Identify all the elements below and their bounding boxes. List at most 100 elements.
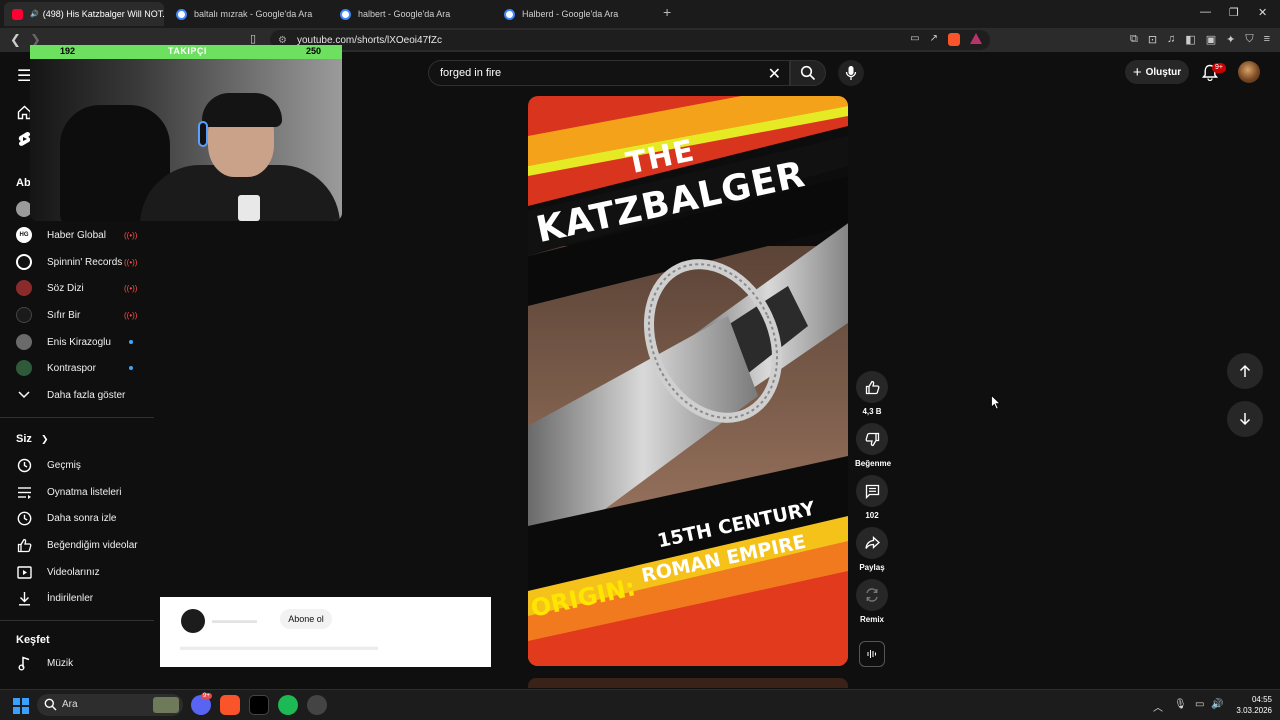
minimize-icon[interactable]: — (1200, 6, 1211, 18)
remix-label: Remix (859, 615, 884, 624)
like-button[interactable]: 4,3 B (855, 371, 889, 416)
epic-games-icon[interactable] (249, 695, 269, 715)
like-circle[interactable] (856, 371, 888, 403)
next-short-preview[interactable] (528, 678, 848, 688)
tab-title: baltalı mızrak - Google'da Ara (194, 9, 313, 19)
comments-button[interactable]: 102 (855, 475, 889, 520)
share-circle[interactable] (856, 527, 888, 559)
tray-microphone-icon[interactable]: 🎙 (1174, 699, 1187, 710)
audio-waveform-icon (867, 650, 876, 658)
close-window-icon[interactable]: ✕ (1258, 6, 1267, 19)
sidebar-item-liked-videos[interactable]: Beğendiğim videolar (0, 532, 154, 558)
voice-search-button[interactable] (838, 60, 864, 86)
comment-count: 102 (865, 511, 879, 520)
microphone-icon (845, 66, 857, 80)
search-input[interactable]: forged in fire (440, 67, 501, 79)
tab-title: halbert - Google'da Ara (358, 9, 451, 19)
wallet-icon[interactable]: ▣ (1206, 33, 1216, 46)
dislike-circle[interactable] (856, 423, 888, 455)
channel-avatar (16, 334, 32, 350)
address-bar[interactable]: ⚙ youtube.com/shorts/lXOeoi47fZc ▭ ↗ (270, 30, 990, 50)
bookmark-icon[interactable]: ▯ (250, 32, 256, 45)
sidebar-channel-soz-dizi[interactable]: Söz Dizi ((•)) (0, 275, 154, 301)
spotify-icon[interactable] (278, 695, 298, 715)
previous-short-button[interactable] (1227, 353, 1263, 389)
sidebar-channel-sifir-bir[interactable]: Sıfır Bir ((•)) (0, 302, 154, 328)
remix-button[interactable]: Remix (855, 579, 889, 624)
dislike-button[interactable]: Beğenme (855, 423, 891, 468)
next-short-button[interactable] (1227, 401, 1263, 437)
account-avatar[interactable] (1238, 61, 1260, 83)
shorts-video-player[interactable]: THE KATZBALGER 15TH CENTURY ROMAN EMPIRE… (528, 96, 848, 666)
tray-network-icon[interactable]: ▭ (1195, 699, 1204, 710)
back-icon[interactable]: ❮ (10, 32, 21, 48)
create-button[interactable]: + Oluştur (1125, 60, 1189, 84)
share-button[interactable]: Paylaş (855, 527, 889, 572)
video-caption-faded: ▬▬▬▬▬▬▬▬▬▬▬▬▬▬▬▬▬▬ (180, 641, 378, 653)
channel-name: Spinnin' Records (47, 256, 123, 268)
taskbar-search[interactable]: Ara (37, 694, 183, 716)
channel-logo[interactable] (181, 609, 205, 633)
discord-icon[interactable]: 9+ (191, 693, 212, 715)
obs-icon[interactable] (307, 695, 327, 715)
clock-time: 04:55 (1251, 695, 1272, 704)
mouse-cursor-icon (991, 395, 1001, 410)
share-label: Paylaş (859, 563, 885, 572)
tab-google-3[interactable]: Halberd - Google'da Ara (496, 2, 656, 26)
sidebar-item-watch-later[interactable]: Daha sonra izle (0, 505, 154, 531)
sidebar-channel-kontraspor[interactable]: Kontraspor (0, 355, 154, 381)
sidebar-item-music[interactable]: Müzik (0, 650, 154, 676)
sidebar-channel-haber-global[interactable]: HG Haber Global ((•)) (0, 222, 154, 248)
sidebar-show-more[interactable]: Daha fazla göster (0, 382, 154, 408)
channel-avatar (16, 360, 32, 376)
tray-overflow-icon[interactable]: ︿ (1153, 699, 1163, 714)
sidebar-icon[interactable]: ◧ (1185, 33, 1195, 46)
sidebar-item-history[interactable]: Geçmiş (0, 452, 154, 478)
sidebar-channel-enis-kirazoglu[interactable]: Enis Kirazoglu (0, 329, 154, 355)
live-icon: ((•)) (124, 283, 138, 293)
you-header[interactable]: Siz ❯ (16, 433, 49, 445)
tab-google-1[interactable]: baltalı mızrak - Google'da Ara (168, 2, 328, 26)
channel-avatar (16, 254, 32, 270)
sound-button[interactable] (859, 641, 885, 667)
browser-tab-strip: 🔊 (498) His Katzbalger Will NOT... ✕ bal… (0, 0, 1280, 28)
browser-menu-icon[interactable]: ≡ (1264, 33, 1270, 46)
subscribe-button[interactable]: Abone ol (280, 609, 332, 629)
site-info-icon[interactable]: ⚙ (278, 35, 287, 46)
channel-name-faded[interactable]: ▬▬▬▬▬ (212, 615, 257, 625)
screenshot-icon[interactable]: ⊡ (1148, 33, 1157, 46)
clear-search-icon[interactable]: ✕ (768, 64, 781, 84)
new-tab-button[interactable]: + (663, 4, 671, 20)
thumbs-up-icon (16, 537, 32, 553)
channel-avatar: HG (16, 227, 32, 243)
you-label: Siz (16, 433, 32, 445)
playlist-icon (16, 484, 32, 500)
explore-header: Keşfet (16, 634, 50, 646)
search-button[interactable] (790, 60, 826, 86)
search-box[interactable]: forged in fire ✕ (428, 60, 790, 86)
brave-browser-icon[interactable] (220, 695, 240, 715)
comments-circle[interactable] (856, 475, 888, 507)
channel-name: Enis Kirazoglu (47, 336, 111, 348)
remix-circle[interactable] (856, 579, 888, 611)
tab-youtube[interactable]: 🔊 (498) His Katzbalger Will NOT... ✕ (4, 2, 164, 26)
vpn-icon[interactable]: ⛉ (1245, 33, 1253, 46)
sidebar-item-playlists[interactable]: Oynatma listeleri (0, 479, 154, 505)
share-page-icon[interactable]: ↗ (930, 33, 938, 46)
cast-icon[interactable]: ▭ (910, 33, 919, 46)
brave-shields-icon[interactable] (948, 33, 960, 46)
discord-badge: 9+ (201, 693, 212, 699)
media-icon[interactable]: ♫ (1167, 33, 1175, 46)
maximize-icon[interactable]: ❐ (1229, 6, 1239, 19)
taskbar-clock[interactable]: 04:55 3.03.2026 (1232, 694, 1272, 716)
sidebar-item-downloads[interactable]: İndirilenler (0, 585, 154, 611)
extensions-icon[interactable]: ⧉ (1130, 33, 1138, 46)
tray-volume-icon[interactable]: 🔊 (1211, 699, 1223, 710)
brave-rewards-icon[interactable] (970, 33, 982, 44)
leo-icon[interactable]: ✦ (1226, 33, 1235, 46)
history-icon (16, 457, 32, 473)
sidebar-channel-spinnin[interactable]: Spinnin' Records ((•)) (0, 249, 154, 275)
windows-start-icon[interactable] (13, 698, 29, 714)
sidebar-item-your-videos[interactable]: Videolarınız (0, 559, 154, 585)
tab-google-2[interactable]: halbert - Google'da Ara (332, 2, 492, 26)
